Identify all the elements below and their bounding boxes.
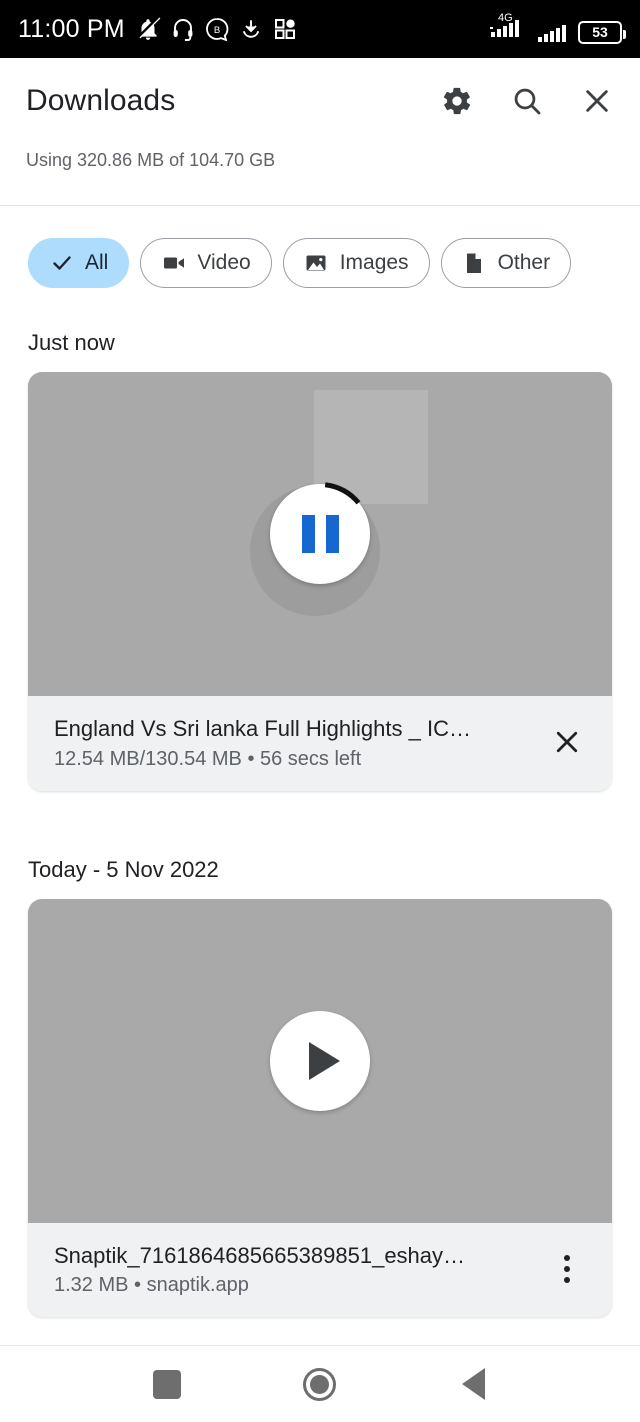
- status-bar-right: 4G 53: [490, 11, 626, 44]
- settings-icon[interactable]: [440, 84, 474, 118]
- video-camera-icon: [161, 251, 186, 276]
- search-icon[interactable]: [510, 84, 544, 118]
- download-status: 12.54 MB/130.54 MB • 56 secs left: [54, 747, 362, 770]
- download-card-text: England Vs Sri lanka Full Highlights _ I…: [54, 714, 530, 771]
- play-button[interactable]: [270, 1010, 370, 1111]
- page-title: Downloads: [26, 84, 176, 117]
- cancel-download-button[interactable]: [544, 719, 590, 765]
- app-grid-icon: [273, 17, 297, 41]
- document-icon: [462, 251, 487, 276]
- mute-vibrate-icon: [135, 16, 161, 42]
- battery-icon: 53: [578, 20, 626, 44]
- app-bar-row: Downloads: [0, 58, 640, 144]
- filter-chip-all-label: All: [85, 251, 109, 274]
- section-header-just-now: Just now: [28, 330, 115, 355]
- status-bar-left: 11:00 PM B: [18, 15, 297, 44]
- download-card-in-progress[interactable]: England Vs Sri lanka Full Highlights _ I…: [28, 372, 612, 791]
- filter-chip-other-label: Other: [497, 251, 551, 274]
- app-bar: Downloads Using 320.86 MB of 104.70 GB: [0, 58, 640, 206]
- download-card-body: Snaptik_7161864685665389851_eshay… 1.32 …: [28, 1222, 612, 1318]
- download-title: England Vs Sri lanka Full Highlights _ I…: [54, 716, 471, 741]
- download-status: 1.32 MB • snaptik.app: [54, 1274, 249, 1297]
- filter-chips: All Video Images Other: [0, 238, 640, 288]
- check-icon: [49, 251, 74, 276]
- play-icon: [309, 1041, 340, 1080]
- app-bar-actions: [440, 84, 614, 118]
- download-thumbnail[interactable]: [28, 372, 612, 696]
- section-header-today: Today - 5 Nov 2022: [28, 856, 219, 882]
- signal-sim1-icon: 4G: [490, 11, 530, 44]
- svg-text:B: B: [214, 25, 220, 36]
- download-card-complete[interactable]: Snaptik_7161864685665389851_eshay… 1.32 …: [28, 898, 612, 1318]
- filter-chip-video-label: Video: [197, 251, 251, 274]
- status-bar: 11:00 PM B 4G 53: [0, 0, 640, 58]
- download-card-body: England Vs Sri lanka Full Highlights _ I…: [28, 696, 612, 791]
- storage-usage-label: Using 320.86 MB of 104.70 GB: [26, 150, 276, 170]
- downloads-list[interactable]: Just now England Vs Sri lanka Full Highl…: [0, 300, 640, 1345]
- headset-icon: [171, 17, 195, 41]
- download-icon: [239, 17, 263, 41]
- download-card-text: Snaptik_7161864685665389851_eshay… 1.32 …: [54, 1241, 530, 1298]
- filter-chip-images-label: Images: [339, 251, 409, 274]
- filter-chip-all[interactable]: All: [28, 238, 130, 288]
- home-button[interactable]: [290, 1354, 350, 1414]
- close-icon[interactable]: [580, 84, 614, 118]
- filter-chip-other[interactable]: Other: [440, 238, 572, 288]
- recents-button[interactable]: [137, 1354, 197, 1414]
- download-thumbnail[interactable]: [28, 898, 612, 1223]
- pause-button[interactable]: [270, 484, 370, 584]
- battery-level-label: 53: [592, 24, 608, 40]
- pause-icon: [301, 515, 339, 553]
- image-icon: [304, 251, 329, 276]
- network-type-label: 4G: [498, 11, 513, 24]
- filter-chip-images[interactable]: Images: [282, 238, 430, 288]
- bluetooth-circle-icon: B: [205, 17, 229, 41]
- download-title: Snaptik_7161864685665389851_eshay…: [54, 1242, 466, 1268]
- close-icon: [556, 732, 578, 753]
- back-button[interactable]: [443, 1354, 503, 1414]
- circle-icon: [303, 1367, 337, 1401]
- triangle-left-icon: [461, 1368, 485, 1400]
- phone-screen: 11:00 PM B 4G 53 Downloads Using 320.86 …: [0, 0, 640, 1422]
- system-nav-bar: [0, 1345, 640, 1422]
- square-icon: [152, 1369, 181, 1399]
- status-clock: 11:00 PM: [18, 14, 125, 43]
- signal-sim2-icon: [537, 20, 571, 44]
- download-overflow-button[interactable]: [544, 1246, 590, 1292]
- more-vertical-icon: [564, 1255, 570, 1284]
- filter-chip-video[interactable]: Video: [140, 238, 272, 288]
